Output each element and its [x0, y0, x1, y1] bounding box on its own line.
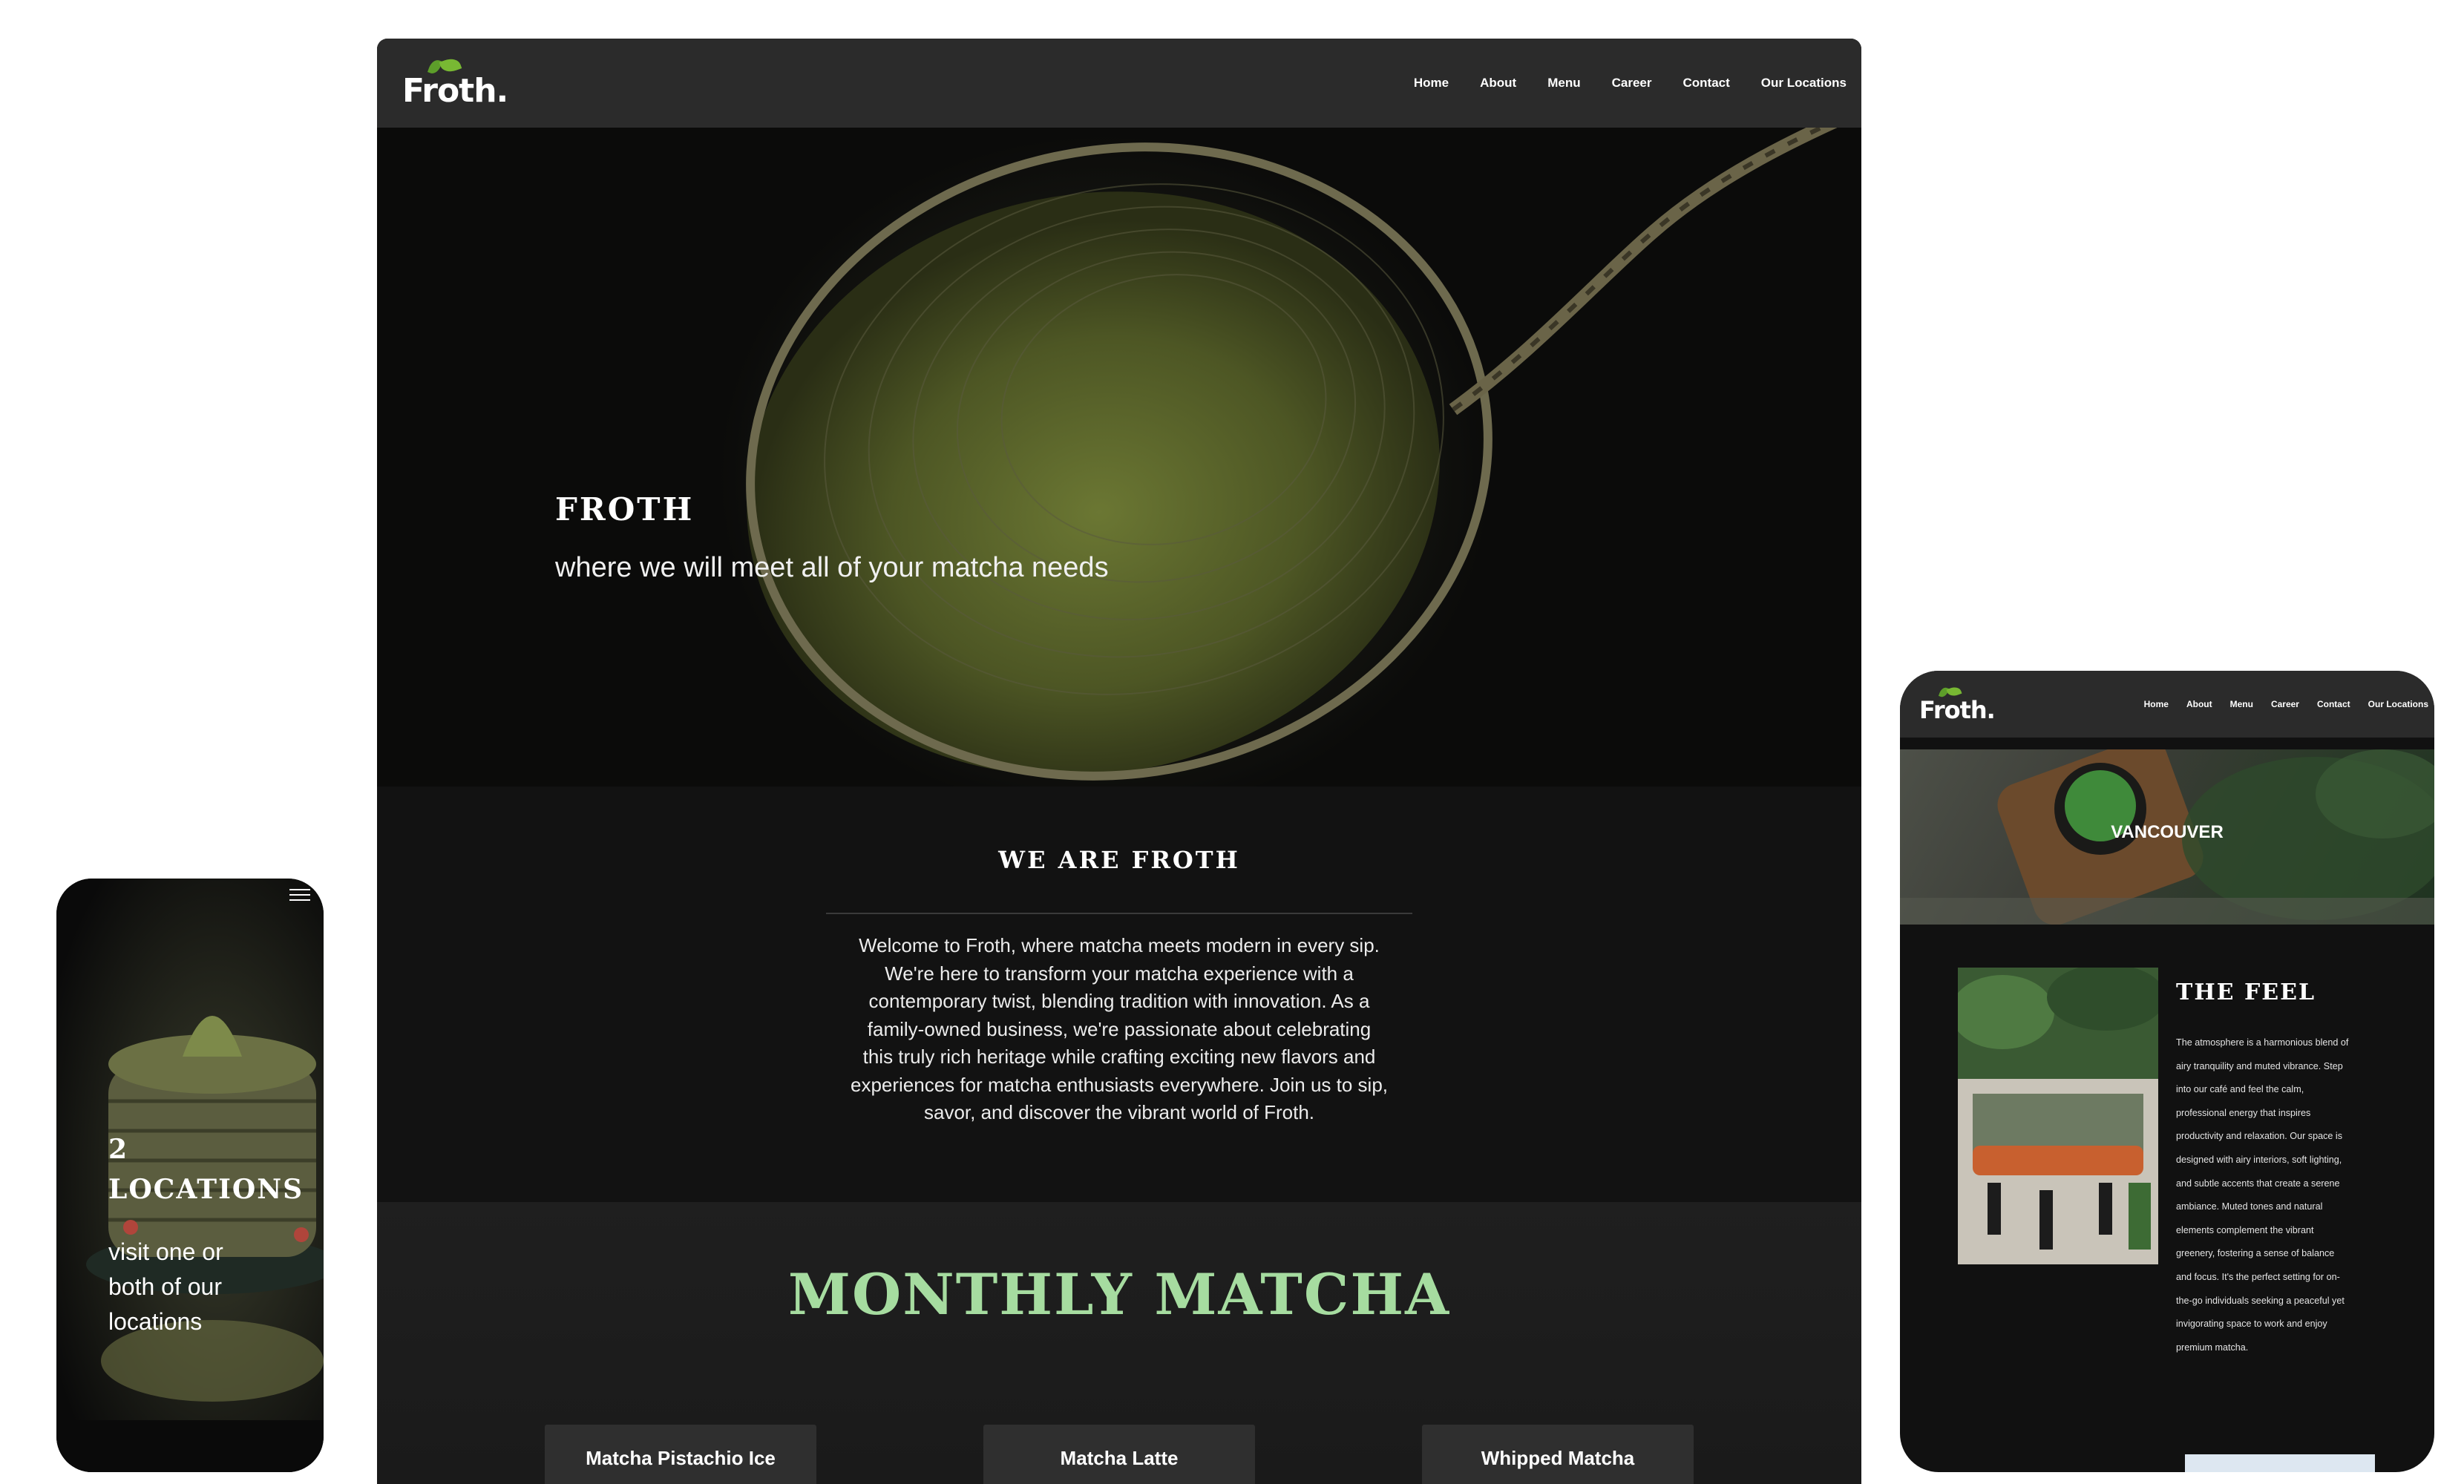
tablet-mockup: Froth. Home About Menu Career Contact Ou… [1900, 671, 2434, 1472]
cafe-interior-image [1958, 968, 2158, 1264]
card-title: Matcha Latte [1060, 1447, 1179, 1469]
froth-logo[interactable]: Froth. [402, 55, 508, 110]
nav-contact[interactable]: Contact [2317, 699, 2350, 709]
monthly-matcha-section: MONTHLY MATCHA Matcha Pistachio Ice Matc… [377, 1202, 1861, 1484]
nav-contact[interactable]: Contact [1682, 76, 1729, 91]
menu-card[interactable]: Matcha Pistachio Ice [545, 1425, 816, 1484]
feel-title: THE FEEL [2176, 979, 2316, 1005]
about-section: WE ARE FROTH Welcome to Froth, where mat… [377, 787, 1861, 1204]
nav-menu[interactable]: Menu [1547, 76, 1580, 91]
nav-our-locations[interactable]: Our Locations [2368, 699, 2428, 709]
locations-title: 2 LOCATIONS [108, 1134, 304, 1205]
nav-career[interactable]: Career [2271, 699, 2299, 709]
divider [826, 913, 1412, 914]
menu-card[interactable]: Whipped Matcha [1422, 1425, 1694, 1484]
froth-logo[interactable]: Froth. [1919, 685, 1996, 724]
about-text: Welcome to Froth, where matcha meets mod… [850, 934, 1389, 1123]
tablet-navbar: Froth. Home About Menu Career Contact Ou… [1900, 671, 2434, 738]
card-title: Whipped Matcha [1481, 1447, 1635, 1469]
about-title: WE ARE FROTH [998, 846, 1240, 874]
hamburger-menu-icon[interactable] [289, 889, 310, 904]
feel-text: The atmosphere is a harmonious blend of … [2176, 1037, 2349, 1353]
locations-text: visit one or both of our locations [108, 1238, 223, 1335]
desktop-nav-links: Home About Menu Career Contact Our Locat… [1414, 76, 1847, 91]
desktop-mockup: Froth. Home About Menu Career Contact Ou… [377, 39, 1861, 1484]
hero-title: FROTH [555, 491, 695, 528]
nav-our-locations[interactable]: Our Locations [1761, 76, 1847, 91]
hero-subtitle: where we will meet all of your matcha ne… [555, 552, 1109, 583]
card-title: Matcha Pistachio Ice [586, 1447, 776, 1469]
phone-mockup: 2 LOCATIONS visit one or both of our loc… [56, 879, 324, 1472]
matcha-strainer-image [746, 128, 1838, 781]
desktop-navbar: Froth. Home About Menu Career Contact Ou… [377, 39, 1861, 128]
nav-home[interactable]: Home [1414, 76, 1449, 91]
tablet-nav-links: Home About Menu Career Contact Our Locat… [2144, 699, 2428, 709]
nav-menu[interactable]: Menu [2230, 699, 2253, 709]
location-label: VANCOUVER [2111, 822, 2224, 842]
hero-section: FROTH where we will meet all of your mat… [377, 128, 1861, 787]
nav-about[interactable]: About [2186, 699, 2212, 709]
nav-home[interactable]: Home [2144, 699, 2169, 709]
vancouver-hero: VANCOUVER [1900, 749, 2434, 925]
menu-card[interactable]: Matcha Latte [983, 1425, 1255, 1484]
nav-career[interactable]: Career [1612, 76, 1652, 91]
partial-button[interactable] [2185, 1454, 2375, 1472]
monthly-title: MONTHLY MATCHA [787, 1261, 1451, 1327]
nav-about[interactable]: About [1480, 76, 1516, 91]
